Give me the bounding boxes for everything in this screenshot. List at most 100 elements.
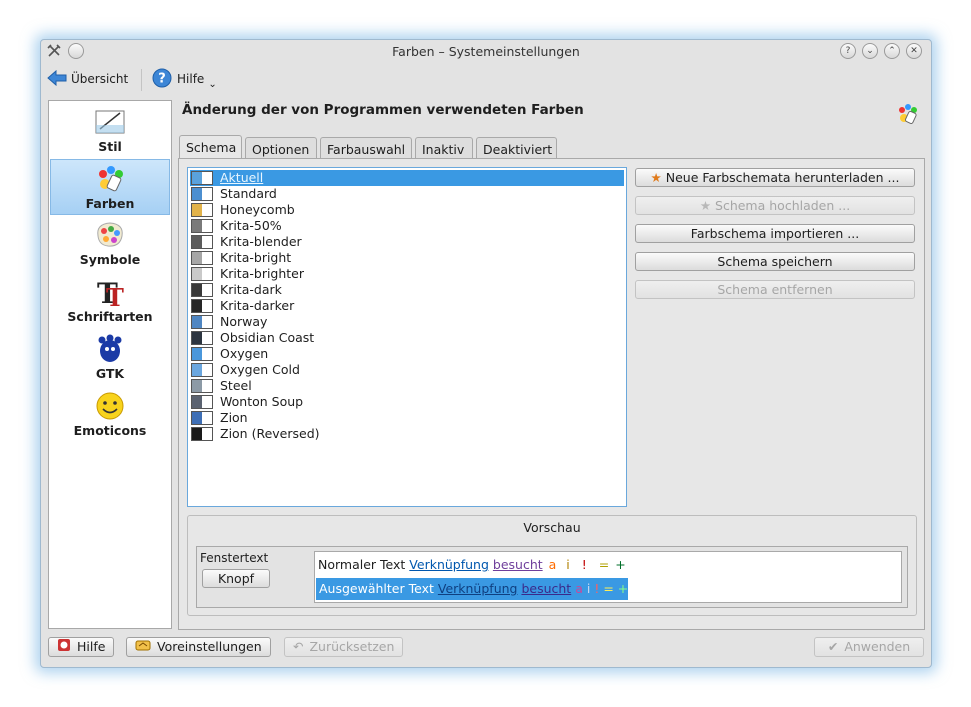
preview-view: Normaler Text Verknüpfung besucht a i ! …: [314, 551, 902, 603]
sidebar-item-emoticons[interactable]: Emoticons: [50, 387, 170, 443]
back-arrow-icon: [47, 69, 67, 89]
download-schemes-button[interactable]: ★ Neue Farbschemata herunterladen ...: [635, 168, 915, 187]
save-scheme-button[interactable]: Schema speichern: [635, 252, 915, 271]
reset-button-label: Zurücksetzen: [309, 639, 395, 654]
tab-inactive[interactable]: Inaktiv: [415, 137, 473, 158]
positive-sample: +: [615, 557, 626, 572]
checkmark-icon: ✔: [827, 639, 839, 654]
selected-active-sample: a: [575, 581, 583, 596]
list-item[interactable]: Krita-50%: [190, 218, 624, 234]
selected-visited-sample: besucht: [521, 581, 572, 596]
settings-window: Farben – Systemeinstellungen ? ⌄ ⌃ ✕ Übe…: [40, 39, 932, 668]
sidebar-item-style[interactable]: Stil: [50, 103, 170, 159]
apply-button[interactable]: ✔ Anwenden: [814, 637, 924, 657]
scheme-name: Steel: [220, 378, 252, 393]
selected-text: Ausgewählter Text: [319, 581, 434, 596]
normal-text: Normaler Text: [318, 557, 406, 572]
color-scheme-swatch-icon: [191, 347, 213, 361]
icons-icon: [94, 220, 126, 250]
list-item[interactable]: Standard: [190, 186, 624, 202]
upload-scheme-button[interactable]: ★ Schema hochladen ...: [635, 196, 915, 215]
selected-link-sample: Verknüpfung: [437, 581, 518, 596]
list-item[interactable]: Zion: [190, 410, 624, 426]
list-item[interactable]: Krita-bright: [190, 250, 624, 266]
remove-scheme-label: Schema entfernen: [717, 282, 833, 297]
tab-disabled[interactable]: Deaktiviert: [476, 137, 557, 158]
preview-group: Vorschau Fenstertext Knopf Normaler Text…: [187, 515, 917, 616]
scheme-name: Norway: [220, 314, 268, 329]
list-item[interactable]: Krita-darker: [190, 298, 624, 314]
undo-icon: ↶: [293, 639, 304, 654]
scheme-name: Krita-bright: [220, 250, 292, 265]
scheme-name: Zion (Reversed): [220, 426, 320, 441]
help-titlebar-button[interactable]: ?: [840, 43, 856, 59]
tab-color-selection[interactable]: Farbauswahl: [320, 137, 412, 158]
list-item[interactable]: Krita-dark: [190, 282, 624, 298]
list-item[interactable]: Oxygen Cold: [190, 362, 624, 378]
svg-text:T: T: [106, 283, 124, 309]
apply-button-label: Anwenden: [844, 639, 911, 654]
list-item[interactable]: Steel: [190, 378, 624, 394]
close-button[interactable]: ✕: [906, 43, 922, 59]
import-scheme-button[interactable]: Farbschema importieren ...: [635, 224, 915, 243]
preview-window: Fenstertext Knopf Normaler Text Verknüpf…: [196, 546, 908, 608]
color-scheme-swatch-icon: [191, 331, 213, 345]
defaults-button[interactable]: Voreinstellungen: [126, 637, 271, 657]
list-item[interactable]: Krita-brighter: [190, 266, 624, 282]
sidebar-item-colors[interactable]: Farben: [50, 159, 170, 215]
emoticons-icon: [94, 391, 126, 421]
reset-button[interactable]: ↶ Zurücksetzen: [284, 637, 404, 657]
list-item[interactable]: Honeycomb: [190, 202, 624, 218]
scheme-name: Standard: [220, 186, 277, 201]
sidebar-item-label: Symbole: [79, 252, 141, 267]
list-item[interactable]: Oxygen: [190, 346, 624, 362]
remove-scheme-button[interactable]: Schema entfernen: [635, 280, 915, 299]
star-icon: ★: [650, 170, 662, 185]
tab-schema[interactable]: Schema: [179, 135, 242, 159]
list-item[interactable]: Obsidian Coast: [190, 330, 624, 346]
defaults-button-label: Voreinstellungen: [157, 639, 262, 654]
tab-options[interactable]: Optionen: [245, 137, 317, 158]
link-sample: Verknüpfung: [409, 557, 489, 572]
help-circle-icon: ?: [152, 68, 172, 91]
color-scheme-swatch-icon: [191, 203, 213, 217]
active-sample: a: [548, 557, 557, 572]
overview-label: Übersicht: [71, 72, 129, 86]
list-item[interactable]: Wonton Soup: [190, 394, 624, 410]
list-item[interactable]: Aktuell: [190, 170, 624, 186]
list-item[interactable]: Krita-blender: [190, 234, 624, 250]
tab-label: Inaktiv: [422, 142, 465, 157]
preview-button[interactable]: Knopf: [202, 569, 270, 588]
page-title: Änderung der von Programmen verwendeten …: [182, 102, 584, 118]
title-bar: Farben – Systemeinstellungen ? ⌄ ⌃ ✕: [41, 40, 931, 63]
color-scheme-swatch-icon: [191, 315, 213, 329]
scheme-name: Aktuell: [220, 170, 264, 185]
tab-label: Farbauswahl: [327, 142, 406, 157]
selected-negative-sample: !: [594, 581, 600, 596]
tab-label: Schema: [186, 140, 237, 155]
colors-header-icon: [896, 102, 920, 126]
download-schemes-label: Neue Farbschemata herunterladen ...: [665, 170, 900, 185]
overview-button[interactable]: Übersicht: [47, 69, 128, 89]
minimize-button[interactable]: ⌄: [862, 43, 878, 59]
preview-title: Vorschau: [523, 520, 581, 535]
scheme-list[interactable]: Aktuell Standard Honeycomb Krita-50% Krita-b…: [187, 167, 627, 507]
help-menu-label: Hilfe: [177, 72, 205, 86]
sidebar-item-gtk[interactable]: GTK: [50, 330, 170, 386]
maximize-button[interactable]: ⌃: [884, 43, 900, 59]
help-button[interactable]: Hilfe: [48, 637, 115, 657]
list-item[interactable]: Norway: [190, 314, 624, 330]
scheme-name: Obsidian Coast: [220, 330, 315, 345]
scheme-name: Zion: [220, 410, 248, 425]
visited-sample: besucht: [492, 557, 543, 572]
neutral-sample: =: [598, 557, 610, 572]
help-menu-button[interactable]: ? Hilfe ⌄: [152, 68, 217, 91]
sidebar-item-fonts[interactable]: TT Schriftarten: [50, 273, 170, 329]
color-scheme-swatch-icon: [191, 171, 213, 185]
scheme-name: Krita-50%: [220, 218, 282, 233]
inactive-sample: i: [566, 557, 570, 572]
save-scheme-label: Schema speichern: [717, 254, 833, 269]
sidebar-item-icons[interactable]: Symbole: [50, 216, 170, 272]
list-item[interactable]: Zion (Reversed): [190, 426, 624, 442]
tab-label: Deaktiviert: [483, 142, 553, 157]
